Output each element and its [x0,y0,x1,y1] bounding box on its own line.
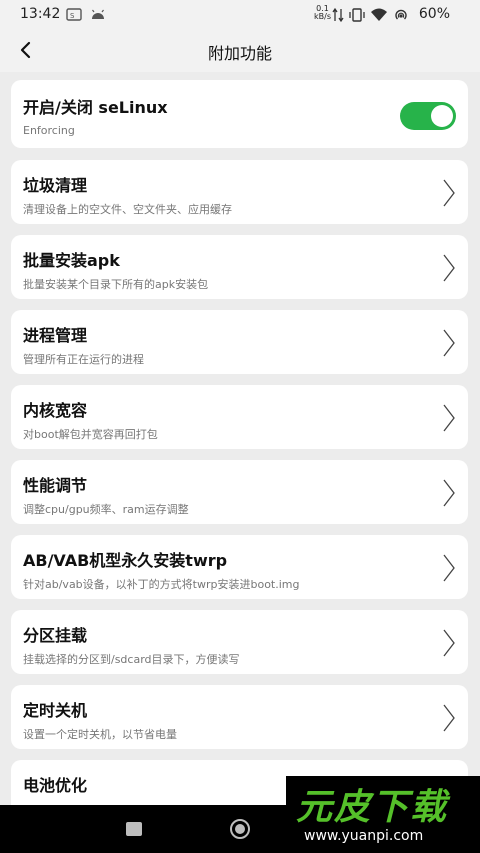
item-title: 进程管理 [23,326,88,345]
item-subtitle: 批量安装某个目录下所有的apk安装包 [23,278,209,291]
chevron-right-icon [443,554,455,582]
app-bar: 附加功能 [0,30,480,72]
chevron-right-icon [443,704,455,732]
screenshot-notification-icon: S [66,8,82,21]
net-speed-unit: kB/s [314,12,331,21]
wifi-icon [371,8,387,21]
item-title: 内核宽容 [23,401,88,420]
status-bar: 13:42 S 0.1 kB/s 60% [0,0,480,30]
list-item-scheduled-shutdown[interactable]: 定时关机 设置一个定时关机，以节省电量 [11,685,468,749]
watermark-url: www.yuanpi.com [304,828,424,844]
item-subtitle: 针对ab/vab设备，以补丁的方式将twrp安装进boot.img [23,578,300,591]
chevron-right-icon [443,329,455,357]
item-subtitle: 设置一个定时关机，以节省电量 [23,728,177,741]
toggle-knob [431,105,453,127]
recents-button[interactable] [126,822,142,836]
chevron-right-icon [443,179,455,207]
item-title: 分区挂载 [23,626,88,645]
item-subtitle: 挂载选择的分区到/sdcard目录下，方便读写 [23,653,240,666]
selinux-status: Enforcing [23,124,75,137]
data-arrows-icon [332,7,344,23]
item-subtitle: 对boot解包并宽容再回打包 [23,428,158,441]
list-item-junk-clean[interactable]: 垃圾清理 清理设备上的空文件、空文件夹、应用缓存 [11,160,468,224]
item-title: 批量安装apk [23,251,120,270]
item-subtitle: 清理设备上的空文件、空文件夹、应用缓存 [23,203,232,216]
list-item-batch-install-apk[interactable]: 批量安装apk 批量安装某个目录下所有的apk安装包 [11,235,468,299]
list-item-process-manager[interactable]: 进程管理 管理所有正在运行的进程 [11,310,468,374]
chevron-right-icon [443,404,455,432]
net-speed: 0.1 kB/s [314,5,331,21]
list-item-kernel-permissive[interactable]: 内核宽容 对boot解包并宽容再回打包 [11,385,468,449]
hotspot-icon [395,9,407,20]
chevron-right-icon [443,629,455,657]
battery-level: 60% [418,6,450,22]
watermark: 元皮下载 www.yuanpi.com [286,776,480,853]
item-title: 定时关机 [23,701,88,720]
vibrate-icon [349,8,365,22]
list-item-install-twrp[interactable]: AB/VAB机型永久安装twrp 针对ab/vab设备，以补丁的方式将twrp安… [11,535,468,599]
page-title: 附加功能 [207,44,272,63]
item-title: 垃圾清理 [23,176,88,195]
item-subtitle: 管理所有正在运行的进程 [23,353,144,366]
list-item-partition-mount[interactable]: 分区挂载 挂载选择的分区到/sdcard目录下，方便读写 [11,610,468,674]
status-time: 13:42 [20,6,61,22]
item-title: AB/VAB机型永久安装twrp [23,551,228,570]
item-title: 性能调节 [23,476,88,495]
list-item-performance-tuning[interactable]: 性能调节 调整cpu/gpu频率、ram运存调整 [11,460,468,524]
selinux-title: 开启/关闭 seLinux [23,98,168,117]
item-subtitle: 调整cpu/gpu频率、ram运存调整 [23,503,189,516]
watermark-name: 元皮下载 [296,787,449,828]
item-title: 电池优化 [23,776,88,795]
selinux-toggle[interactable] [400,102,456,130]
selinux-card: 开启/关闭 seLinux Enforcing [11,80,468,148]
chevron-right-icon [443,254,455,282]
chevron-right-icon [443,479,455,507]
svg-text:S: S [70,12,75,20]
android-icon [92,9,104,19]
home-button[interactable] [230,819,250,839]
feature-list: 开启/关闭 seLinux Enforcing 垃圾清理 清理设备上的空文件、空… [0,72,480,805]
